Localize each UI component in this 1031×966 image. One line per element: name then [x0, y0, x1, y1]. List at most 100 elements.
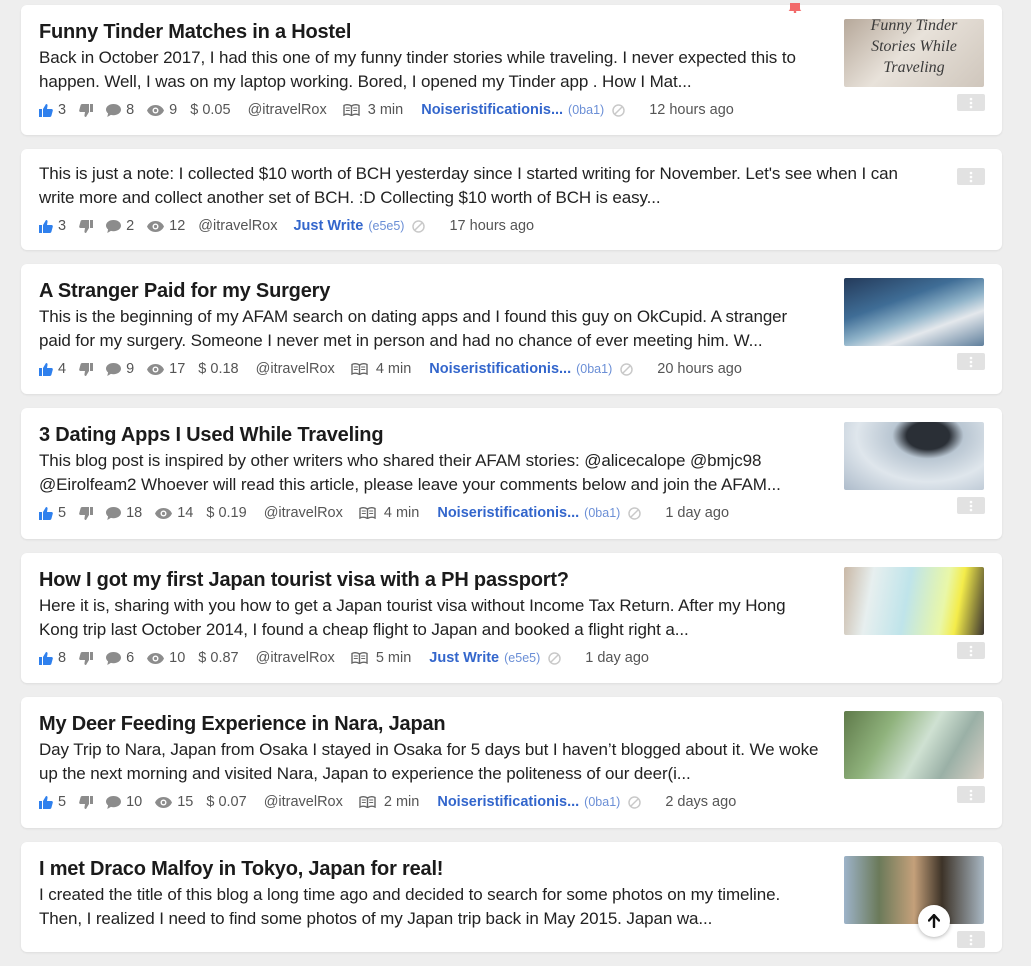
view-count: 17: [169, 361, 186, 377]
post-menu-button[interactable]: [957, 931, 985, 948]
post-menu-button[interactable]: [957, 94, 985, 111]
post-card[interactable]: My Deer Feeding Experience in Nara, Japa…: [21, 697, 1002, 828]
author-link[interactable]: @itravelRox: [256, 361, 335, 377]
like-button[interactable]: 4: [39, 361, 66, 377]
post-menu-button[interactable]: [957, 497, 985, 514]
post-time: 2 days ago: [665, 794, 737, 810]
post-title[interactable]: I met Draco Malfoy in Tokyo, Japan for r…: [39, 856, 829, 882]
community-link[interactable]: Just Write: [293, 218, 363, 234]
comments-link[interactable]: 6: [106, 650, 134, 666]
comments-link[interactable]: 2: [106, 218, 134, 234]
community-link[interactable]: Noiseristificationis...: [429, 361, 571, 377]
post-menu-button[interactable]: [957, 642, 985, 659]
post-title[interactable]: How I got my first Japan tourist visa wi…: [39, 567, 829, 593]
community-link[interactable]: Just Write: [429, 650, 499, 666]
post-thumbnail[interactable]: [844, 422, 984, 490]
post-excerpt[interactable]: Day Trip to Nara, Japan from Osaka I sta…: [39, 738, 829, 786]
post-card[interactable]: A Stranger Paid for my Surgery This is t…: [21, 264, 1002, 394]
view-count: 9: [169, 102, 178, 118]
view-count: 10: [169, 650, 186, 666]
author-link[interactable]: @itravelRox: [264, 794, 343, 810]
post-card[interactable]: 3 Dating Apps I Used While Traveling Thi…: [21, 408, 1002, 539]
like-count: 3: [58, 218, 67, 234]
post-excerpt[interactable]: I created the title of this blog a long …: [39, 883, 829, 931]
comments-link[interactable]: 9: [106, 361, 134, 377]
post-title[interactable]: Funny Tinder Matches in a Hostel: [39, 19, 829, 45]
block-community-button[interactable]: [628, 506, 642, 520]
post-thumbnail[interactable]: [844, 711, 984, 779]
post-thumbnail[interactable]: Funny Tinder Stories While Traveling: [844, 19, 984, 87]
block-community-button[interactable]: [548, 651, 562, 665]
view-count: 12: [169, 218, 186, 234]
post-meta: 3 2 12 @itravelRox Just Write (e5e5) 17 …: [39, 212, 939, 240]
post-title[interactable]: A Stranger Paid for my Surgery: [39, 278, 829, 304]
like-button[interactable]: 3: [39, 218, 66, 234]
dislike-button[interactable]: [79, 103, 94, 117]
community-link[interactable]: Noiseristificationis...: [437, 505, 579, 521]
like-button[interactable]: 5: [39, 794, 66, 810]
dislike-button[interactable]: [79, 362, 94, 376]
post-excerpt[interactable]: This is just a note: I collected $10 wor…: [39, 162, 939, 210]
post-title[interactable]: 3 Dating Apps I Used While Traveling: [39, 422, 829, 448]
read-time-value: 5 min: [375, 650, 412, 666]
post-excerpt[interactable]: This blog post is inspired by other writ…: [39, 449, 829, 497]
post-feed: Funny Tinder Matches in a Hostel Back in…: [21, 5, 1002, 966]
view-count: 14: [177, 505, 194, 521]
post-meta: 4 9 17 $ 0.18 @itravelRox 4 min Noiseris…: [39, 355, 829, 383]
author-link[interactable]: @itravelRox: [198, 218, 277, 234]
post-menu-button[interactable]: [957, 786, 985, 803]
ban-icon: [612, 103, 625, 117]
community-code: (e5e5): [368, 219, 405, 233]
post-excerpt[interactable]: This is the beginning of my AFAM search …: [39, 305, 829, 353]
author-link[interactable]: @itravelRox: [264, 505, 343, 521]
read-time-value: 4 min: [375, 361, 412, 377]
earnings: $ 0.87: [198, 650, 239, 666]
post-card[interactable]: I met Draco Malfoy in Tokyo, Japan for r…: [21, 842, 1002, 952]
post-card[interactable]: Funny Tinder Matches in a Hostel Back in…: [21, 5, 1002, 135]
scroll-top-button[interactable]: [918, 905, 950, 937]
author-link[interactable]: @itravelRox: [248, 102, 327, 118]
post-thumbnail[interactable]: [844, 567, 984, 635]
excerpt-line: This is just a note: I collected $10 wor…: [39, 164, 898, 183]
post-menu-button[interactable]: [957, 353, 985, 370]
comment-icon: [106, 219, 122, 233]
bell-icon[interactable]: [788, 0, 802, 18]
post-time: 1 day ago: [585, 650, 649, 666]
post-title[interactable]: My Deer Feeding Experience in Nara, Japa…: [39, 711, 829, 737]
post-thumbnail[interactable]: [844, 278, 984, 346]
block-community-button[interactable]: [628, 795, 642, 809]
comments-link[interactable]: 8: [106, 102, 134, 118]
excerpt-line: Here it is, sharing with you how to get …: [39, 596, 786, 615]
post-excerpt[interactable]: Back in October 2017, I had this one of …: [39, 46, 829, 94]
dislike-button[interactable]: [79, 651, 94, 665]
comment-icon: [106, 651, 122, 665]
thumbnail-caption: Stories While: [871, 38, 957, 55]
community-link[interactable]: Noiseristificationis...: [437, 794, 579, 810]
post-menu-button[interactable]: [957, 168, 985, 185]
post-card[interactable]: This is just a note: I collected $10 wor…: [21, 149, 1002, 250]
post-card[interactable]: How I got my first Japan tourist visa wi…: [21, 553, 1002, 683]
comment-count: 10: [126, 794, 143, 810]
thumbs-down-icon: [79, 651, 94, 665]
post-thumbnail[interactable]: [844, 856, 984, 924]
dislike-button[interactable]: [79, 506, 94, 520]
block-community-button[interactable]: [412, 219, 426, 233]
dislike-button[interactable]: [79, 795, 94, 809]
block-community-button[interactable]: [620, 362, 633, 376]
earnings: $ 0.18: [198, 361, 239, 377]
community-link[interactable]: Noiseristificationis...: [421, 102, 563, 118]
excerpt-line: I created the title of this blog a long …: [39, 885, 781, 904]
author-link[interactable]: @itravelRox: [256, 650, 335, 666]
post-excerpt[interactable]: Here it is, sharing with you how to get …: [39, 594, 829, 642]
comments-link[interactable]: 18: [106, 505, 142, 521]
community-code: (e5e5): [504, 651, 541, 665]
thumbs-up-icon: [39, 651, 53, 665]
block-community-button[interactable]: [612, 103, 625, 117]
like-button[interactable]: 8: [39, 650, 66, 666]
thumbs-up-icon: [39, 362, 53, 376]
more-vertical-icon: [969, 356, 973, 367]
like-button[interactable]: 5: [39, 505, 66, 521]
dislike-button[interactable]: [79, 219, 94, 233]
like-button[interactable]: 3: [39, 102, 66, 118]
comments-link[interactable]: 10: [106, 794, 142, 810]
